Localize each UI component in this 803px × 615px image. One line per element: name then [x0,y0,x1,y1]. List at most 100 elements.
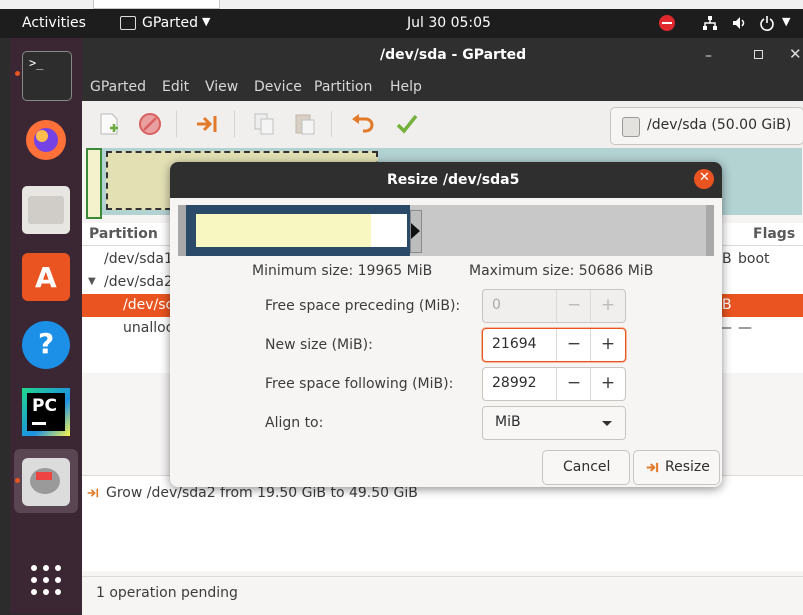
menu-gparted[interactable]: GParted [90,79,146,95]
pycharm-icon[interactable]: PC [22,388,70,436]
dialog-title: Resize /dev/sda5 [387,172,520,188]
activities-button[interactable]: Activities [22,15,86,31]
menu-partition[interactable]: Partition [314,79,372,95]
row-size-tail: B [722,297,732,313]
title-bar: /dev/sda - GParted – ✕ [82,38,803,75]
menu-help[interactable]: Help [390,79,422,95]
status-bar: 1 operation pending [82,576,803,615]
row-partition: /dev/sda2 [104,274,173,290]
menu-bar: GParted Edit View Device Partition Help [82,75,803,101]
column-partition[interactable]: Partition [89,226,158,242]
volume-icon[interactable] [731,15,747,31]
resize-move-icon[interactable] [194,111,220,137]
undo-icon[interactable] [350,111,376,137]
help-icon[interactable]: ? [22,321,70,369]
terminal-icon[interactable]: >_ [22,51,72,101]
gparted-icon[interactable] [22,458,70,506]
row-partition: /dev/sc [123,297,174,313]
menu-device[interactable]: Device [254,79,302,95]
host-tab[interactable] [93,0,220,9]
decrement-icon[interactable]: − [556,329,591,361]
expander-icon[interactable]: ▼ [88,276,96,287]
free-space-preceding-spinner[interactable]: 0 − + [482,289,626,323]
delete-partition-icon[interactable] [137,111,163,137]
clock[interactable]: Jul 30 05:05 [407,15,491,31]
copy-icon[interactable] [251,111,277,137]
firefox-icon[interactable] [22,114,70,162]
files-icon[interactable] [22,186,70,234]
free-space-preceding-value[interactable]: 0 [492,297,501,313]
close-icon: ✕ [699,170,710,185]
free-space-preceding-label: Free space preceding (MiB): [265,298,461,314]
row-flags: — [738,320,752,336]
free-space-following-value[interactable]: 28992 [492,375,537,391]
toolbar: /dev/sda (50.00 GiB) [82,101,803,149]
software-center-icon[interactable]: A [22,253,70,301]
dock: >_ A ? PC [10,38,82,614]
toolbar-separator [331,111,332,137]
toolbar-separator [234,111,235,137]
pending-operations-pane: Grow /dev/sda2 from 19.50 GiB to 49.50 G… [82,475,803,571]
resize-move-icon [87,488,99,498]
resize-label: Resize [665,459,710,475]
app-menu-button[interactable]: GParted [142,15,198,31]
apply-icon[interactable] [394,111,420,137]
new-size-value[interactable]: 21694 [492,336,537,352]
decrement-icon[interactable]: − [556,368,591,400]
maximize-icon[interactable] [754,50,763,59]
increment-icon[interactable]: + [590,368,625,400]
close-icon[interactable]: ✕ [789,45,802,63]
row-size-tail: B [722,251,732,267]
align-to-dropdown[interactable]: MiB [482,406,626,440]
running-indicator [15,71,20,76]
disk-icon [622,117,640,137]
chevron-down-icon: ▼ [202,15,211,28]
new-size-spinner[interactable]: 21694 − + [482,328,626,362]
resize-move-icon [646,462,659,473]
column-flags[interactable]: Flags [753,226,795,242]
device-selector[interactable]: /dev/sda (50.00 GiB) [610,107,803,145]
operation-text: Grow /dev/sda2 from 19.50 GiB to 49.50 G… [106,485,418,501]
resize-button[interactable]: Resize [633,450,720,485]
paste-icon[interactable] [292,111,318,137]
toolbar-separator [176,111,177,137]
dialog-close-button[interactable]: ✕ [694,169,714,189]
cancel-label: Cancel [563,459,611,475]
arrow-right-icon [411,223,420,239]
resizer-widget [178,205,714,256]
resize-handle[interactable] [410,210,422,253]
cancel-button[interactable]: Cancel [542,450,630,485]
align-to-label: Align to: [265,415,324,431]
row-flags: boot [738,251,770,267]
increment-icon[interactable]: + [590,290,625,322]
new-size-label: New size (MiB): [265,337,373,353]
partition-bar[interactable] [186,205,410,256]
resize-dialog: Resize /dev/sda5 ✕ Minimum size: 19965 M… [170,162,722,487]
new-partition-icon[interactable] [96,111,122,137]
increment-icon[interactable]: + [590,329,625,361]
menu-edit[interactable]: Edit [162,79,189,95]
notification-stop-icon[interactable] [659,15,675,31]
dialog-title-bar: Resize /dev/sda5 ✕ [170,162,722,198]
partition-sda1-graphic[interactable] [86,148,102,219]
menu-view[interactable]: View [205,79,238,95]
minimum-size-label: Minimum size: 19965 MiB [252,263,433,279]
status-text: 1 operation pending [96,585,238,601]
minimize-icon[interactable]: – [705,48,712,64]
dropdown-arrow-icon [602,421,612,426]
free-space-following-spinner[interactable]: 28992 − + [482,367,626,401]
used-space-bar [196,214,371,247]
show-applications-icon[interactable] [22,556,70,604]
window-title: /dev/sda - GParted [380,47,527,63]
gparted-app-icon [120,16,136,30]
network-icon[interactable] [702,15,718,31]
system-menu-chevron-icon[interactable]: ▼ [782,15,790,28]
decrement-icon[interactable]: − [556,290,591,322]
partition-inner [196,214,407,247]
power-icon[interactable] [759,15,775,31]
row-partition: /dev/sda1 [104,251,173,267]
maximum-size-label: Maximum size: 50686 MiB [469,263,654,279]
free-space-following-label: Free space following (MiB): [265,376,454,392]
device-selector-label: /dev/sda (50.00 GiB) [647,117,792,133]
top-panel: Activities GParted ▼ Jul 30 05:05 ▼ [0,9,803,38]
